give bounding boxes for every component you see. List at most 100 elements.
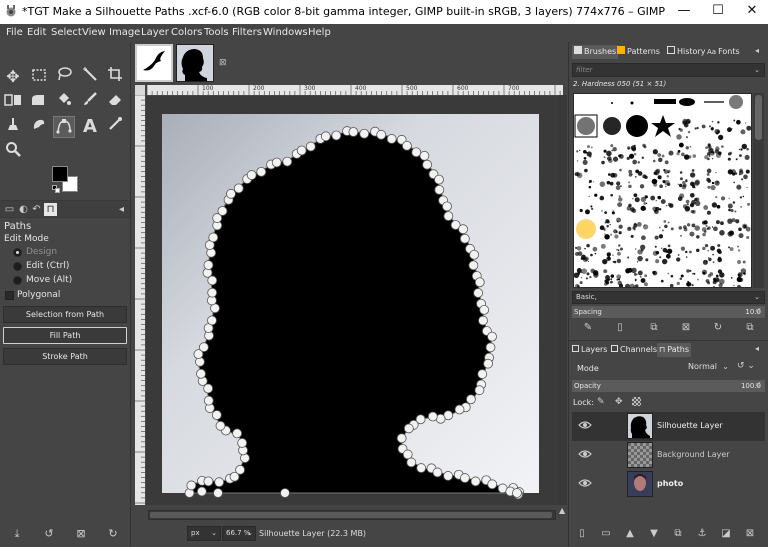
color-swatches[interactable]: [52, 166, 82, 194]
eye-icon[interactable]: [578, 420, 592, 430]
menu-tools[interactable]: Tools: [204, 27, 229, 38]
device-status-tab-icon[interactable]: ◐: [17, 203, 30, 216]
brush-scroll-thumb[interactable]: [755, 95, 762, 140]
stroke-path-button[interactable]: Stroke Path: [3, 348, 127, 365]
fuzzy-select-icon[interactable]: [79, 66, 101, 88]
bucket-fill-icon[interactable]: [53, 91, 75, 113]
anchor-layer-icon[interactable]: ⚓: [695, 527, 709, 541]
eye-icon[interactable]: [578, 449, 592, 459]
duplicate-layer-icon[interactable]: ⧉: [671, 527, 685, 541]
edit-brush-icon[interactable]: ✎: [581, 321, 595, 335]
rect-select-icon[interactable]: [28, 66, 50, 88]
paintbrush-icon[interactable]: [79, 91, 101, 113]
duplicate-brush-icon[interactable]: ⧉: [647, 321, 661, 335]
brush-previews[interactable]: [574, 94, 752, 288]
layer-mode-switch[interactable]: ↺ ⌄: [737, 361, 765, 375]
menu-edit[interactable]: Edit: [27, 27, 46, 38]
refresh-brushes-icon[interactable]: ↻: [711, 321, 725, 335]
delete-layer-icon[interactable]: ⊠: [743, 527, 757, 541]
brush-preset-select[interactable]: Basic, ⌄: [572, 291, 765, 304]
raise-layer-icon[interactable]: ▲: [623, 527, 637, 541]
text-tool-icon[interactable]: A: [79, 116, 101, 138]
scrollbar-thumb[interactable]: [150, 512, 552, 518]
fill-path-button[interactable]: Fill Path: [3, 327, 127, 344]
zoom-tool-icon[interactable]: [2, 141, 24, 163]
opacity-slider[interactable]: Opacity 100.0: [572, 380, 765, 392]
new-brush-icon[interactable]: ▯: [613, 321, 627, 335]
mode-edit-radio[interactable]: [13, 262, 22, 271]
paths-tool-icon[interactable]: [53, 116, 75, 138]
mode-design-radio[interactable]: [13, 248, 22, 257]
layer-row-photo[interactable]: photo: [572, 470, 765, 499]
polygonal-label[interactable]: Polygonal: [17, 290, 60, 300]
layer-row-background[interactable]: Background Layer: [572, 441, 765, 470]
save-options-icon[interactable]: ⤓: [10, 527, 24, 541]
mode-move-radio[interactable]: [13, 276, 22, 285]
tab-paths[interactable]: ⊓ Paths: [657, 343, 691, 357]
menu-layer[interactable]: Layer: [141, 27, 169, 38]
delete-brush-icon[interactable]: ⊠: [679, 321, 693, 335]
polygonal-checkbox[interactable]: [5, 291, 14, 300]
tool-options-tab-icon[interactable]: ▭: [3, 203, 16, 216]
selection-from-path-button[interactable]: Selection from Path: [3, 306, 127, 323]
warp-icon[interactable]: [28, 91, 50, 113]
menu-colors[interactable]: Colors: [171, 27, 202, 38]
navigate-icon[interactable]: ▲: [559, 506, 567, 520]
tab-brushes[interactable]: Brushes: [572, 45, 619, 59]
lock-pixels-icon[interactable]: ✎: [597, 397, 605, 407]
menu-file[interactable]: File: [6, 27, 23, 38]
tab-channels[interactable]: Channels: [611, 343, 657, 357]
undo-history-tab-icon[interactable]: ↶: [30, 203, 43, 216]
horizontal-scrollbar[interactable]: [148, 510, 556, 520]
dock-menu-icon[interactable]: ◂: [115, 203, 128, 216]
vertical-ruler[interactable]: [135, 95, 145, 505]
spacing-reset-icon[interactable]: ↺: [755, 307, 761, 315]
tab-history[interactable]: History: [667, 45, 705, 59]
layer-row-silhouette[interactable]: Silhouette Layer: [572, 412, 765, 441]
menu-image[interactable]: Image: [109, 27, 140, 38]
transform-icon[interactable]: [2, 91, 24, 113]
menu-view[interactable]: View: [82, 27, 106, 38]
lock-position-icon[interactable]: ✥: [615, 397, 623, 407]
image-tab-bird[interactable]: [135, 44, 173, 82]
unit-select[interactable]: px ⌄: [187, 526, 221, 541]
move-tool-icon[interactable]: ✥: [2, 66, 24, 88]
brush-filter-input[interactable]: filter ⌄: [572, 63, 765, 77]
horizontal-ruler[interactable]: 100 200 300 400 500 600 700: [147, 85, 563, 95]
layer-name-silhouette[interactable]: Silhouette Layer: [657, 421, 723, 430]
mode-design-label[interactable]: Design: [26, 247, 57, 257]
maximize-button[interactable]: ☐: [702, 0, 734, 24]
layer-name-photo[interactable]: photo: [657, 479, 683, 488]
lasso-icon[interactable]: [53, 66, 75, 88]
reset-options-icon[interactable]: ↻: [106, 527, 120, 541]
opacity-reset-icon[interactable]: ↺: [755, 381, 761, 389]
color-picker-icon[interactable]: [104, 116, 126, 138]
foreground-color-swatch[interactable]: [52, 166, 68, 182]
spacing-slider[interactable]: Spacing 10.0: [572, 306, 765, 318]
restore-options-icon[interactable]: ↺: [42, 527, 56, 541]
minimize-button[interactable]: —: [668, 0, 700, 24]
delete-options-icon[interactable]: ⊠: [74, 527, 88, 541]
brush-scrollbar[interactable]: [753, 93, 764, 288]
tab-fonts[interactable]: Aa Fonts: [707, 45, 740, 59]
layer-mask-icon[interactable]: ◪: [719, 527, 733, 541]
layer-mode-select[interactable]: Normal ⌄: [665, 361, 731, 375]
close-button[interactable]: ✕: [736, 0, 768, 24]
tab-layers[interactable]: Layers: [572, 343, 607, 357]
default-colors-icon[interactable]: [52, 185, 60, 193]
brush-grid[interactable]: [573, 93, 752, 288]
lock-alpha-icon[interactable]: [632, 397, 641, 406]
clone-icon[interactable]: [2, 116, 24, 138]
canvas-viewport[interactable]: [146, 96, 559, 505]
open-brush-as-image-icon[interactable]: ⧉: [743, 321, 757, 335]
new-layer-icon[interactable]: ▯: [575, 527, 589, 541]
menu-select[interactable]: Select: [51, 27, 82, 38]
dock-menu-icon[interactable]: ◂: [755, 46, 759, 55]
zoom-select[interactable]: 66.7 % ⌄: [222, 526, 256, 541]
image-tab-head[interactable]: [176, 44, 214, 82]
eye-icon[interactable]: [578, 478, 592, 488]
paths-options-tab-icon[interactable]: ⊓: [44, 203, 57, 216]
vertical-scrollbar[interactable]: [559, 95, 567, 505]
layers-dock-menu-icon[interactable]: ◂: [755, 344, 759, 353]
menu-help[interactable]: Help: [308, 27, 331, 38]
